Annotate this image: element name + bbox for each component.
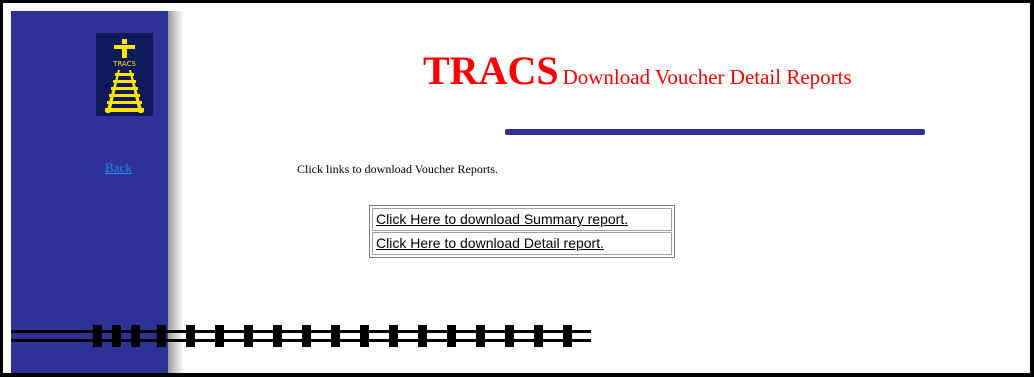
download-links-table: Click Here to download Summary report. C… (369, 205, 675, 258)
page-frame: TRACS Back TRACS Download Voucher Detail … (0, 0, 1034, 377)
title-brand: TRACS (423, 48, 559, 93)
back-link[interactable]: Back (105, 160, 132, 176)
title-subtitle: Download Voucher Detail Reports (562, 65, 852, 89)
download-detail-report-link[interactable]: Click Here to download Detail report. (372, 232, 672, 255)
download-summary-report-link[interactable]: Click Here to download Summary report. (372, 208, 672, 231)
tracs-logo: TRACS (96, 33, 153, 116)
title-underline (505, 129, 925, 135)
railroad-track-decoration-icon (11, 325, 591, 347)
logo-text: TRACS (112, 60, 136, 68)
instructions-text: Click links to download Voucher Reports. (297, 162, 498, 176)
page-title: TRACS Download Voucher Detail Reports (423, 47, 852, 94)
railroad-track-logo-icon: TRACS (105, 39, 144, 113)
